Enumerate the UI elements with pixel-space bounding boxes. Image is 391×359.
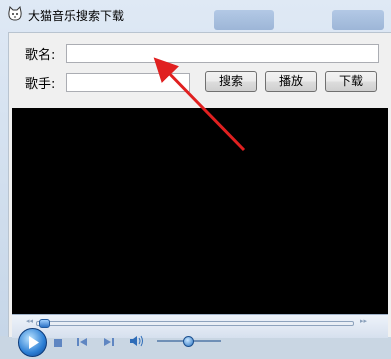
background-window-button — [332, 10, 384, 30]
volume-icon[interactable] — [129, 334, 145, 351]
song-name-input[interactable] — [66, 44, 379, 63]
play-icon[interactable] — [18, 328, 47, 357]
play-button[interactable]: 播放 — [265, 71, 317, 92]
volume-thumb[interactable] — [183, 336, 194, 347]
media-control-bar: ◂◂ ▸▸ — [12, 314, 388, 357]
singer-input[interactable] — [66, 73, 190, 92]
fast-forward-icon[interactable]: ▸▸ — [360, 317, 367, 325]
seek-bar[interactable] — [36, 321, 354, 326]
title-bar: 大猫音乐搜索下载 — [0, 0, 391, 30]
next-icon[interactable] — [103, 336, 115, 351]
song-name-label: 歌名: — [25, 48, 56, 63]
search-button[interactable]: 搜索 — [205, 71, 257, 92]
stop-icon[interactable] — [53, 337, 63, 351]
window-title: 大猫音乐搜索下载 — [28, 9, 125, 23]
cat-icon — [7, 5, 23, 22]
client-area: 歌名: 歌手: 搜索 播放 下载 ◂◂ ▸▸ — [8, 32, 391, 357]
background-window-button — [214, 10, 274, 30]
app-window: 大猫音乐搜索下载 歌名: 歌手: 搜索 播放 下载 ◂◂ ▸▸ — [0, 0, 391, 357]
rewind-icon[interactable]: ◂◂ — [26, 317, 33, 325]
singer-label: 歌手: — [25, 77, 56, 92]
previous-icon[interactable] — [76, 336, 88, 351]
video-display[interactable] — [12, 108, 388, 314]
seek-thumb[interactable] — [39, 319, 50, 328]
download-button[interactable]: 下载 — [325, 71, 377, 92]
